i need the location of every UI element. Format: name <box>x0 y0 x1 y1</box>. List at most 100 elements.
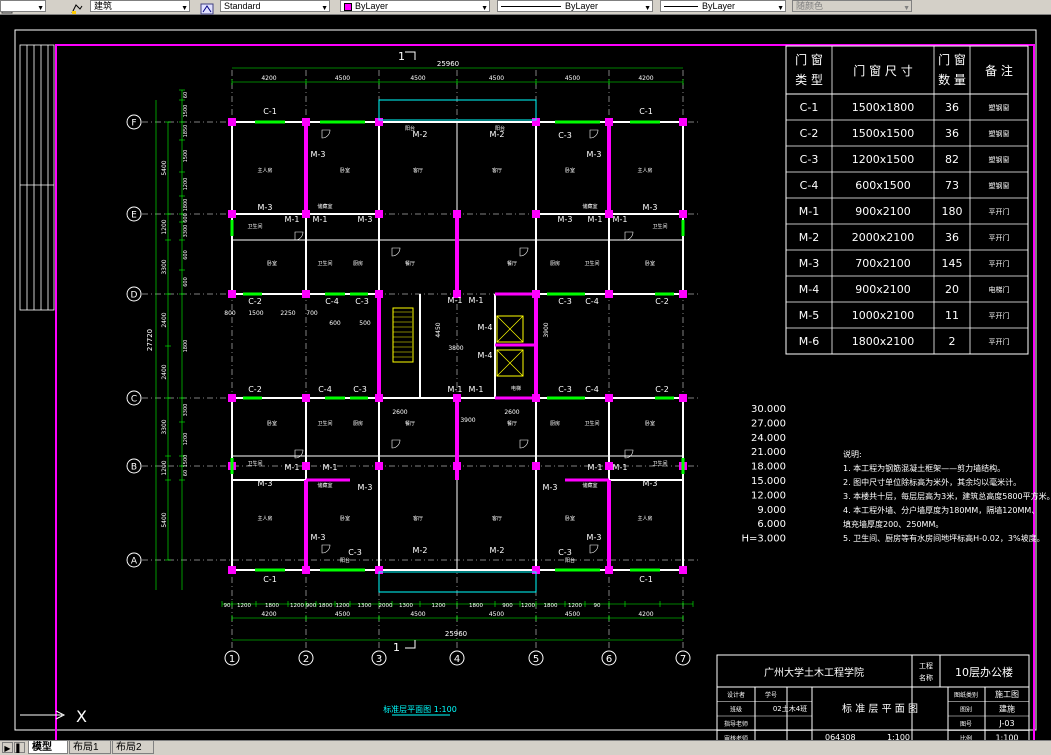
dim-detail-left-text: 1500 <box>183 150 189 163</box>
schedule-note: 平开门 <box>989 311 1010 320</box>
room-label: 厨房 <box>550 260 560 267</box>
window-tag: C-2 <box>248 297 262 306</box>
tab-nav-first-button[interactable]: ▶ <box>2 742 13 753</box>
notes-title: 说明: <box>843 449 862 459</box>
schedule-type: M-1 <box>799 205 819 218</box>
schedule-type: M-6 <box>799 335 819 348</box>
schedule-header: 类 型 <box>795 73 823 87</box>
dim-inner: 2600 <box>392 409 407 416</box>
text-style-icon[interactable] <box>200 0 214 15</box>
schedule-type: C-1 <box>800 101 819 114</box>
window-tag: M-1 <box>285 215 300 224</box>
dim-detail-bottom-text: 1300 <box>399 603 413 609</box>
schedule-note: 平开门 <box>989 233 1010 242</box>
window-tag: M-3 <box>643 479 658 488</box>
layer-dropdown[interactable]: 建筑 ▼ <box>90 0 190 12</box>
text-style-dropdown[interactable]: Standard ▼ <box>220 0 330 12</box>
schedule-size: 1200x1500 <box>852 153 915 166</box>
room-label: 卧室 <box>565 167 575 174</box>
column <box>228 210 236 218</box>
plotstyle-value: 随颜色 <box>796 1 824 11</box>
door-swing <box>294 231 304 241</box>
room-label: 厨房 <box>353 260 363 267</box>
layer-current-dropdown-left[interactable]: ▼ <box>0 0 46 12</box>
room-label: 客厅 <box>413 167 423 174</box>
lineweight-value: ByLayer <box>702 1 736 11</box>
dim-bottom-text: 4500 <box>565 611 580 618</box>
schedule-note: 平开门 <box>989 259 1010 268</box>
window-tag: C-2 <box>655 297 669 306</box>
titleblock-row-label: 指导老师 <box>724 720 748 728</box>
notes-item: 填充墙厚度200、250MM。 <box>843 519 943 529</box>
dim-detail-bottom-text: 90 <box>594 603 601 609</box>
layer-state-icon[interactable] <box>70 0 84 14</box>
column <box>302 394 310 402</box>
schedule-size: 700x2100 <box>855 257 911 270</box>
axis-row-label: A <box>131 557 138 567</box>
column <box>679 566 687 574</box>
dim-detail-left-text: 1800 <box>183 199 189 212</box>
window-tag: M-3 <box>311 533 326 542</box>
dim-detail-bottom-text: 1200 <box>336 603 350 609</box>
window-tag: C-1 <box>263 107 277 116</box>
color-dropdown[interactable]: ByLayer ▼ <box>340 0 490 12</box>
notes-item: 5. 卫生间、厨房等有水房间地坪标高H-0.02，3%坡度。 <box>843 533 1045 543</box>
schedule-type: M-5 <box>799 309 819 322</box>
dim-detail-left-text: 1850 <box>183 125 189 138</box>
elevation-list: 30.000 27.000 24.000 21.000 18.000 15.000 12.0… <box>741 404 786 545</box>
lineweight-dropdown[interactable]: ByLayer ▼ <box>660 0 786 12</box>
dim-top-text: 4500 <box>565 75 580 82</box>
dim-inner: 800 <box>224 310 236 317</box>
titleblock-right-label: 图纸类别 <box>954 691 978 699</box>
schedule-qty: 180 <box>942 205 963 218</box>
titleblock-project-name: 10层办公楼 <box>955 665 1013 679</box>
dim-total-left: 27720 <box>146 329 154 351</box>
axis-row-label: F <box>131 119 136 129</box>
window-tag: C-4 <box>585 385 599 394</box>
linetype-dropdown[interactable]: ByLayer ▼ <box>497 0 653 12</box>
door-swing <box>589 129 599 139</box>
tab-model[interactable]: 模型 <box>28 741 68 754</box>
chevron-down-icon: ▼ <box>321 5 328 12</box>
schedule-qty: 36 <box>945 101 959 114</box>
window-tag: C-3 <box>558 131 572 140</box>
door-swing <box>519 439 529 449</box>
elevation-value: 24.000 <box>751 433 786 444</box>
dim-inner: 3900 <box>543 322 550 337</box>
dim-bottom-text: 4500 <box>335 611 350 618</box>
titleblock-student-id: 064308 <box>825 733 856 740</box>
plotstyle-dropdown[interactable]: 随颜色 ▼ <box>792 0 912 12</box>
titleblock-right-value: J-03 <box>998 719 1014 728</box>
door-window-schedule: 门 窗类 型 门 窗 尺 寸 门 窗数 量 备 注 C-1 1500x1800 36 塑钢窗 C… <box>785 45 1029 355</box>
drawing-canvas[interactable]: 1 2 3 4 5 6 7 F E D C B A 4200 4500 4500 4500 4500 4200 42… <box>0 15 1051 740</box>
titleblock-right-label: 图别 <box>960 706 972 714</box>
window-tag: M-1 <box>313 215 328 224</box>
dim-detail-left-text: 1800 <box>183 340 189 353</box>
tab-nav-next-button[interactable]: ▌ <box>14 742 25 753</box>
room-label: 储藏室 <box>582 203 597 210</box>
tab-layout1[interactable]: 布局1 <box>69 741 111 754</box>
room-label: 阳台 <box>340 557 350 564</box>
titleblock-drawing-name: 标 准 层 平 面 图 <box>842 703 918 715</box>
room-label: 卫生间 <box>652 223 667 230</box>
notes-item: 1. 本工程为钢筋混凝土框架——剪力墙结构。 <box>843 463 1005 473</box>
column <box>302 290 310 298</box>
window-tag: M-4 <box>478 323 493 332</box>
notes-item: 4. 本工程外墙、分户墙厚度为180MM，隔墙120MM、 <box>843 505 1039 515</box>
section-mark-top-line <box>405 51 416 60</box>
dim-detail-bottom-text: 1300 <box>358 603 372 609</box>
room-label: 厨房 <box>353 420 363 427</box>
schedule-type: C-4 <box>800 179 819 192</box>
schedule-size: 600x1500 <box>855 179 911 192</box>
titleblock-right-label: 图号 <box>960 721 972 728</box>
room-label: 主人房 <box>257 167 272 174</box>
dim-inner: 4450 <box>435 322 442 337</box>
column <box>375 210 383 218</box>
dim-bottom-text: 4200 <box>261 611 276 618</box>
dim-top-text: 4200 <box>261 75 276 82</box>
dim-left-text: 5400 <box>161 512 168 527</box>
tab-layout2[interactable]: 布局2 <box>112 741 154 754</box>
room-label: 客厅 <box>492 167 502 174</box>
window-tag: M-1 <box>448 296 463 305</box>
column <box>228 394 236 402</box>
